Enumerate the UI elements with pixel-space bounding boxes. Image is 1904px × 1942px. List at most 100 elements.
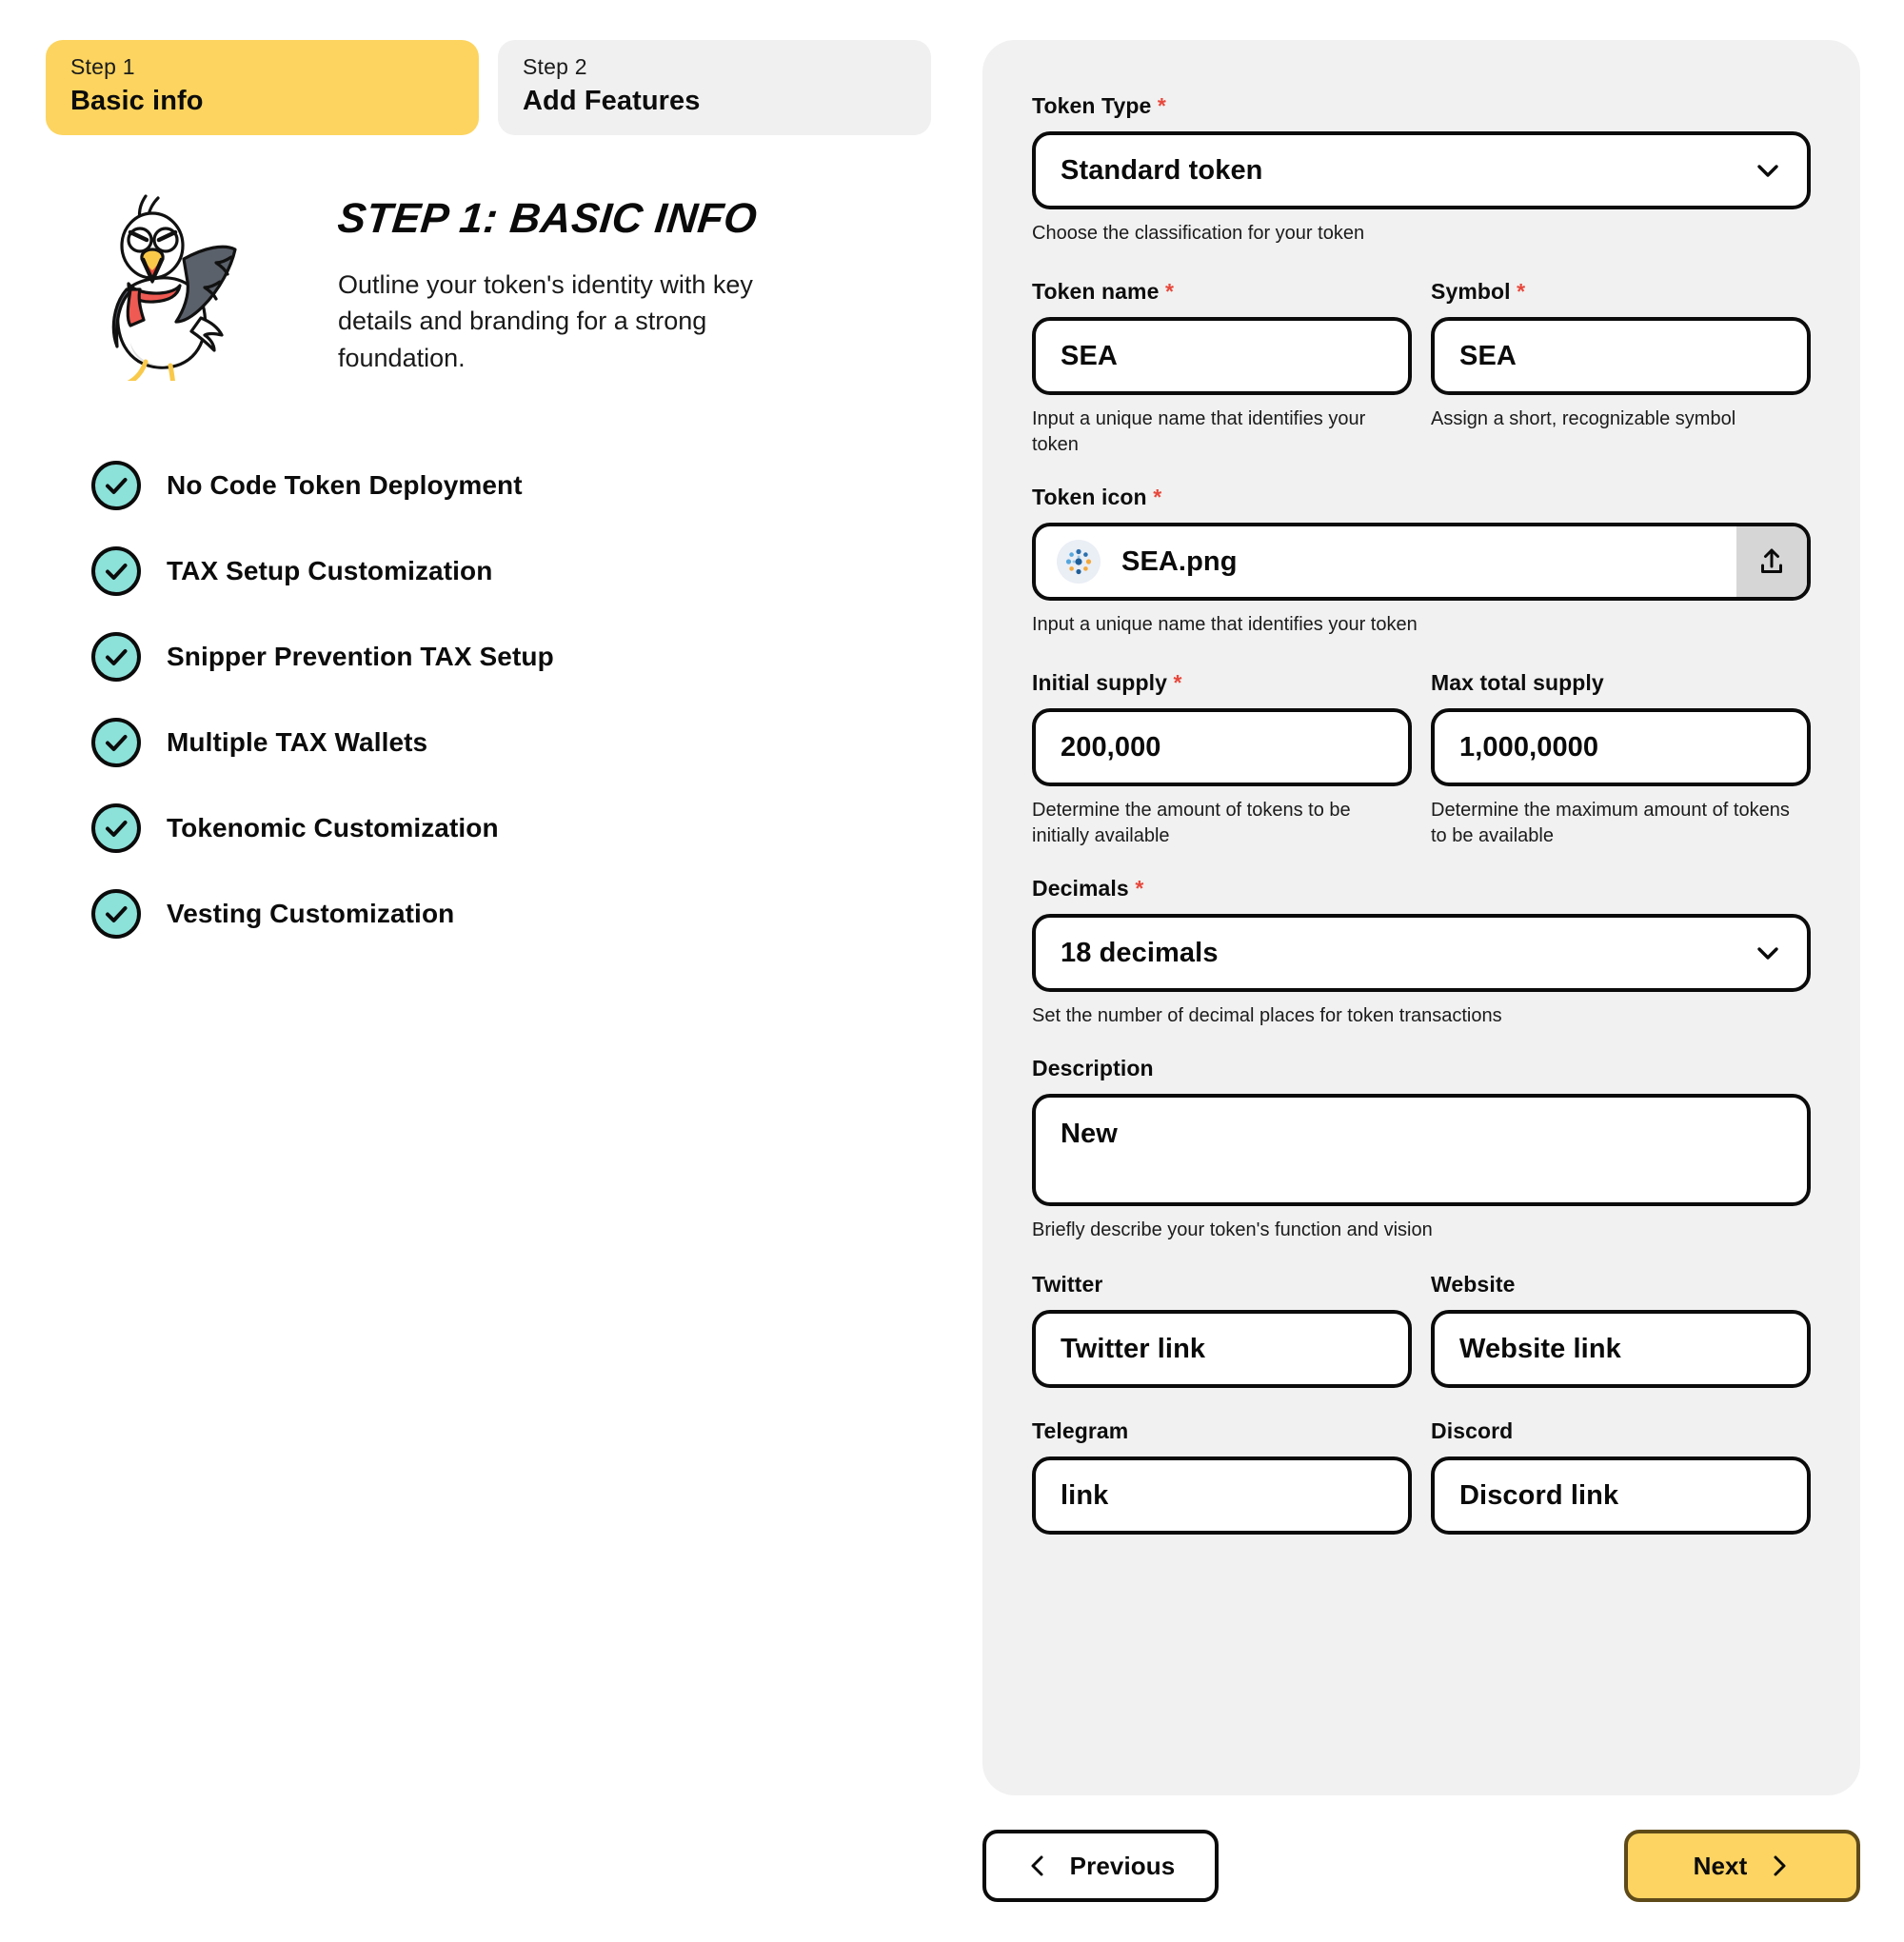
chevron-down-icon [1754,156,1782,185]
feature-label: Tokenomic Customization [167,813,499,842]
token-type-label: Token Type * [1032,93,1811,119]
check-circle-icon [91,803,141,853]
description-value: New [1061,1119,1118,1149]
twitter-input[interactable]: Twitter link [1032,1310,1412,1388]
decimals-select[interactable]: 18 decimals [1032,914,1811,992]
description-label: Description [1032,1056,1811,1081]
field-initial-supply: Initial supply * 200,000 Determine the a… [1032,670,1412,849]
required-asterisk: * [1517,279,1526,304]
tab-step-1-label: Basic info [70,85,204,116]
required-asterisk: * [1165,279,1175,304]
website-placeholder: Website link [1459,1333,1621,1364]
field-token-type: Token Type * Standard token Choose the c… [1032,93,1811,247]
required-asterisk: * [1135,876,1144,901]
token-network-icon [1057,540,1101,584]
step-tabs: Step 1 Basic info Step 2 Add Features [46,40,931,135]
previous-button[interactable]: Previous [982,1830,1219,1902]
feature-label: Multiple TAX Wallets [167,727,428,757]
twitter-website-row: Twitter Twitter link Website Website lin… [1032,1272,1811,1388]
telegram-placeholder: link [1061,1479,1109,1511]
page-title: STEP 1: BASIC INFO [335,195,760,242]
tab-step-2-number: Step 2 [523,54,587,79]
twitter-label: Twitter [1032,1272,1103,1297]
check-circle-icon [91,546,141,596]
list-item: Tokenomic Customization [91,803,942,853]
website-label: Website [1431,1272,1516,1297]
twitter-placeholder: Twitter link [1061,1333,1206,1364]
feature-label: TAX Setup Customization [167,556,493,585]
check-circle-icon [91,632,141,682]
page-subtitle: Outline your token's identity with key d… [338,270,753,372]
field-discord: Discord Discord link [1431,1418,1811,1535]
token-icon-file-input[interactable]: SEA.png [1032,523,1811,601]
supply-row: Initial supply * 200,000 Determine the a… [1032,670,1811,849]
check-circle-icon [91,718,141,767]
max-total-supply-input[interactable]: 1,000,0000 [1431,708,1811,786]
list-item: No Code Token Deployment [91,461,942,510]
decimals-label-text: Decimals [1032,876,1129,901]
token-icon-label-text: Token icon [1032,485,1147,509]
list-item: TAX Setup Customization [91,546,942,596]
left-info-column: STEP 1: BASIC INFO Outline your token's … [0,188,942,939]
symbol-value: SEA [1459,340,1517,371]
chevron-down-icon [1754,939,1782,967]
previous-button-label: Previous [1069,1851,1176,1880]
discord-label: Discord [1431,1418,1514,1443]
chevron-left-icon [1026,1853,1049,1878]
symbol-input[interactable]: SEA [1431,317,1811,395]
list-item: Multiple TAX Wallets [91,718,942,767]
field-website: Website Website link [1431,1272,1811,1388]
decimals-hint: Set the number of decimal places for tok… [1032,1005,1502,1026]
telegram-label: Telegram [1032,1418,1129,1443]
token-type-hint: Choose the classification for your token [1032,223,1365,244]
token-icon-file-name: SEA.png [1121,545,1238,577]
token-type-value: Standard token [1061,154,1263,186]
tab-step-1-basic-info[interactable]: Step 1 Basic info [46,40,479,135]
token-name-value: SEA [1061,340,1118,371]
description-textarea[interactable]: New [1032,1094,1811,1206]
telegram-input[interactable]: link [1032,1456,1412,1535]
token-icon-hint: Input a unique name that identifies your… [1032,614,1418,635]
field-telegram: Telegram link [1032,1418,1412,1535]
telegram-discord-row: Telegram link Discord Discord link [1032,1418,1811,1535]
feature-label: Snipper Prevention TAX Setup [167,642,554,671]
feature-label: No Code Token Deployment [167,470,523,500]
token-name-label: Token name * [1032,279,1412,305]
max-total-supply-label: Max total supply [1431,670,1811,696]
tab-step-2-add-features[interactable]: Step 2 Add Features [498,40,931,135]
decimals-value: 18 decimals [1061,937,1219,968]
next-button[interactable]: Next [1624,1830,1860,1902]
max-total-supply-value: 1,000,0000 [1459,731,1599,763]
chevron-right-icon [1768,1853,1791,1878]
field-decimals: Decimals * 18 decimals Set the number of… [1032,876,1811,1029]
website-input[interactable]: Website link [1431,1310,1811,1388]
field-symbol: Symbol * SEA Assign a short, recognizabl… [1431,279,1811,458]
required-asterisk: * [1157,93,1166,118]
feature-list: No Code Token Deployment TAX Setup Custo… [0,461,942,939]
required-asterisk: * [1173,670,1182,695]
name-symbol-row: Token name * SEA Input a unique name tha… [1032,279,1811,458]
tab-step-2-label: Add Features [523,85,701,116]
upload-button[interactable] [1736,526,1807,597]
initial-supply-input[interactable]: 200,000 [1032,708,1412,786]
field-token-name: Token name * SEA Input a unique name tha… [1032,279,1412,458]
token-icon-label: Token icon * [1032,485,1811,510]
field-max-total-supply: Max total supply 1,000,0000 Determine th… [1431,670,1811,849]
discord-input[interactable]: Discord link [1431,1456,1811,1535]
list-item: Snipper Prevention TAX Setup [91,632,942,682]
hero-section: STEP 1: BASIC INFO Outline your token's … [0,188,942,411]
hero-text-block: STEP 1: BASIC INFO Outline your token's … [335,188,871,376]
required-asterisk: * [1153,485,1162,509]
symbol-label: Symbol * [1431,279,1811,305]
token-name-input[interactable]: SEA [1032,317,1412,395]
description-label-text: Description [1032,1056,1154,1080]
field-description: Description New Briefly describe your to… [1032,1056,1811,1243]
token-type-label-text: Token Type [1032,93,1152,118]
initial-supply-value: 200,000 [1061,731,1161,763]
token-type-select[interactable]: Standard token [1032,131,1811,209]
basic-info-form-panel: Token Type * Standard token Choose the c… [982,40,1860,1795]
symbol-label-text: Symbol [1431,279,1511,304]
symbol-hint: Assign a short, recognizable symbol [1431,408,1736,429]
token-name-label-text: Token name [1032,279,1160,304]
upload-icon [1755,545,1788,578]
